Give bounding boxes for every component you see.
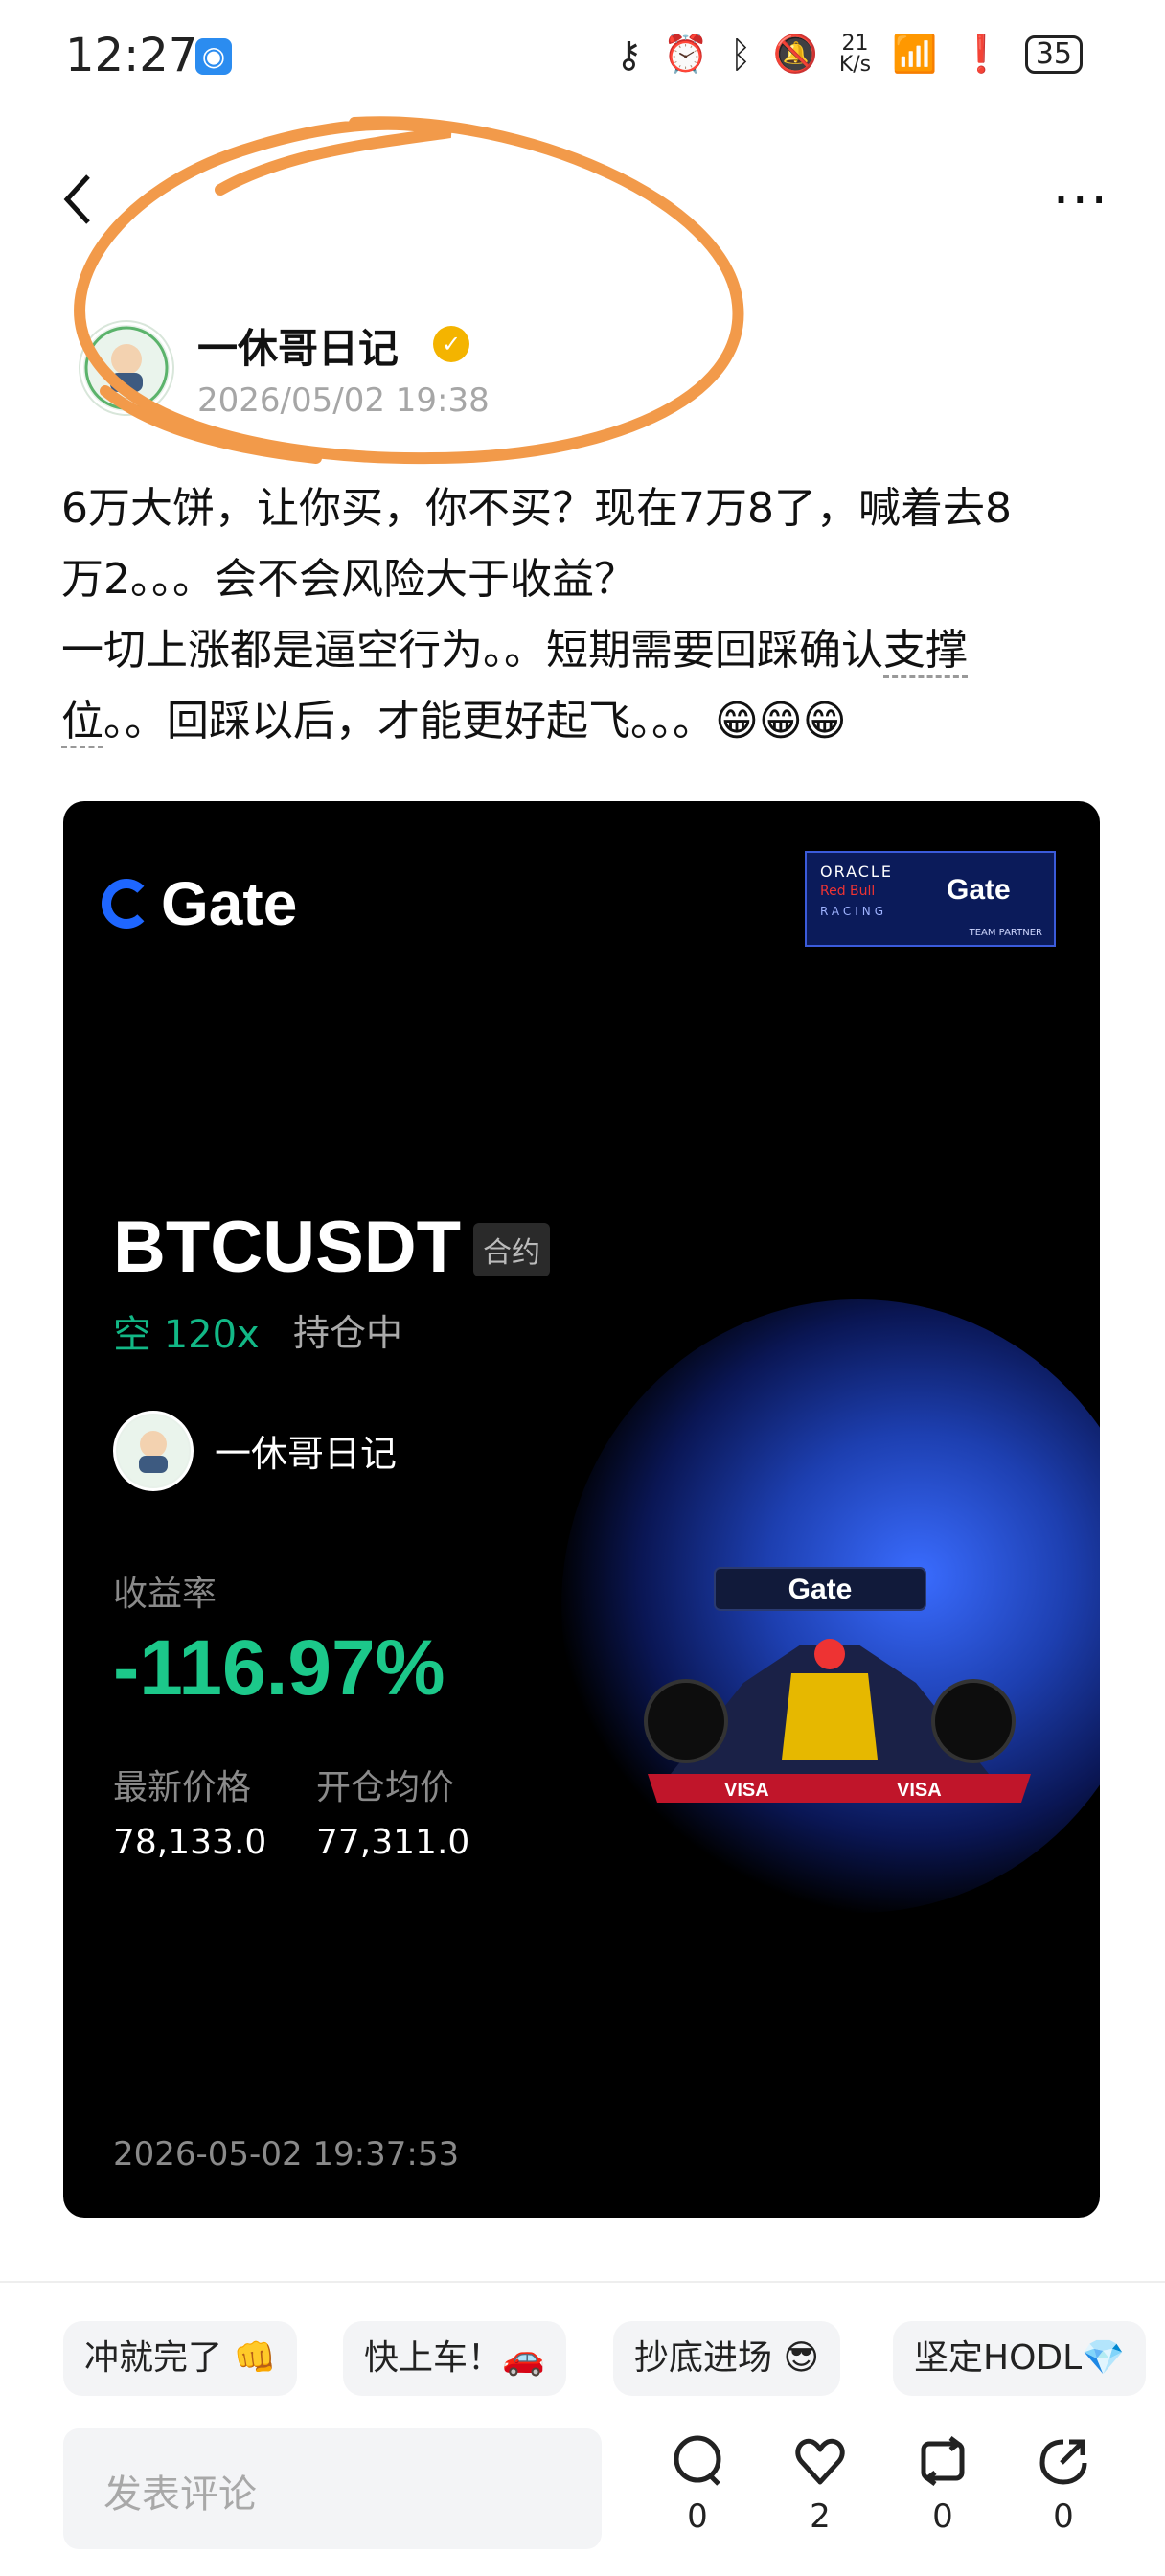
post-body: 6万大饼，让你买，你不买？现在7万8了，喊着去8 万2。。。会不会风险大于收益？… <box>61 473 1115 757</box>
mute-icon: 🔕 <box>772 33 818 75</box>
heart-icon <box>795 2438 845 2485</box>
status-icons: ⚷ ⏰ ᛒ 🔕 21 K/s 📶 ❗ 35 <box>616 33 1083 76</box>
svg-text:Gate: Gate <box>788 1574 853 1605</box>
svg-text:VISA: VISA <box>724 1780 769 1801</box>
roi-label: 收益率 <box>113 1575 217 1614</box>
card-timestamp: 2026-05-02 19:37:53 <box>113 2135 460 2174</box>
sim-alert-icon: ❗ <box>958 33 1004 75</box>
like-count: 2 <box>810 2497 831 2536</box>
quick-reply-chip[interactable]: 冲就完了 👊 <box>63 2321 298 2396</box>
repost-count: 0 <box>932 2497 953 2536</box>
status-time: 12:27 <box>65 29 198 82</box>
repost-button[interactable]: 0 <box>904 2434 981 2536</box>
gate-logo-icon <box>102 879 151 929</box>
wifi-icon: 📶 <box>892 33 938 75</box>
svg-text:VISA: VISA <box>897 1780 942 1801</box>
battery-indicator: 35 <box>1024 34 1083 74</box>
open-price: 77,311.0 <box>316 1823 470 1862</box>
quick-reply-chip[interactable]: 抄底进场 😎 <box>613 2321 840 2396</box>
net-speed: 21 K/s <box>838 31 872 77</box>
key-icon: ⚷ <box>615 33 643 76</box>
more-options-button[interactable]: ··· <box>1053 172 1109 230</box>
browser-app-icon: ◉ <box>195 38 232 75</box>
card-username: 一休哥日记 <box>215 1433 398 1475</box>
share-count: 0 <box>1053 2497 1074 2536</box>
share-icon <box>1039 2439 1087 2485</box>
post-line: 位。。回踩以后，才能更好起飞。。。😁😁😁 <box>61 686 1115 757</box>
position-share-card[interactable]: Gate ORACLE Red Bull RACING Gate TEAM PA… <box>63 801 1100 2218</box>
term-link[interactable]: 位 <box>61 697 103 748</box>
post-line: 一切上涨都是逼空行为。。短期需要回踩确认支撑 <box>61 615 1115 686</box>
quick-reply-chip[interactable]: 坚定HODL💎 <box>893 2321 1147 2396</box>
trading-symbol: BTCUSDT <box>113 1207 462 1288</box>
gate-logo: Gate <box>102 868 297 939</box>
emoji: 😁😁😁 <box>715 697 847 746</box>
open-price-label: 开仓均价 <box>316 1768 455 1807</box>
like-button[interactable]: 2 <box>782 2434 858 2536</box>
race-car-image: Gate VISA VISA <box>644 1567 1031 1803</box>
contract-tag: 合约 <box>473 1223 550 1276</box>
team-partner-badge: ORACLE Red Bull RACING Gate TEAM PARTNER <box>805 851 1056 947</box>
quick-reply-chip[interactable]: 快上车！🚗 <box>343 2321 566 2396</box>
share-button[interactable]: 0 <box>1025 2434 1102 2536</box>
latest-price-label: 最新价格 <box>113 1768 252 1807</box>
latest-price: 78,133.0 <box>113 1823 267 1862</box>
bluetooth-icon: ᛒ <box>729 33 752 76</box>
divider <box>0 2281 1165 2283</box>
comment-icon <box>674 2435 721 2486</box>
alarm-icon: ⏰ <box>663 33 709 75</box>
comment-placeholder: 发表评论 <box>103 2472 257 2517</box>
repost-icon <box>921 2436 965 2486</box>
post-line: 6万大饼，让你买，你不买？现在7万8了，喊着去8 <box>61 484 1012 533</box>
term-link[interactable]: 支撑 <box>883 626 968 678</box>
annotation-circle <box>74 116 744 465</box>
post-line: 万2。。。会不会风险大于收益？ <box>61 555 636 604</box>
comment-button[interactable]: 0 <box>659 2434 736 2536</box>
roi-value: -116.97% <box>113 1624 445 1712</box>
card-avatar <box>113 1411 194 1491</box>
position-status: 持仓中 <box>293 1312 403 1354</box>
comment-count: 0 <box>687 2497 708 2536</box>
position-direction: 空 120x <box>113 1313 260 1357</box>
